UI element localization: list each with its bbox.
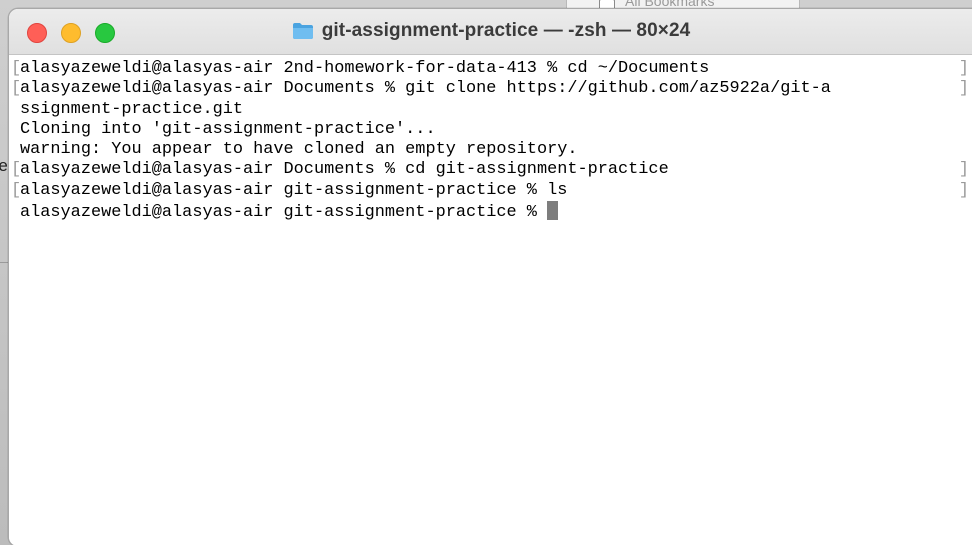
terminal-line: alasyazeweldi@alasyas-air git-assignment… <box>9 201 972 223</box>
folder-icon <box>292 22 314 40</box>
terminal-line: ssignment-practice.git <box>9 100 972 120</box>
desktop: All Bookmarks e git-assignment-practice … <box>0 0 972 545</box>
terminal-output[interactable]: [alasyazeweldi@alasyas-air 2nd-homework-… <box>9 55 972 545</box>
terminal-line-text: alasyazeweldi@alasyas-air git-assignment… <box>20 203 548 223</box>
line-mark-left: [ <box>11 59 22 78</box>
terminal-line-text: alasyazeweldi@alasyas-air Documents % cd… <box>20 160 669 180</box>
background-divider <box>0 262 8 263</box>
line-mark-left: [ <box>11 160 22 180</box>
line-mark-right: ] <box>958 79 969 99</box>
terminal-line-text: alasyazeweldi@alasyas-air git-assignment… <box>20 180 568 200</box>
window-title: git-assignment-practice — -zsh — 80×24 <box>321 20 691 41</box>
line-mark-right: ] <box>958 59 969 78</box>
terminal-line-text: Cloning into 'git-assignment-practice'..… <box>20 119 436 139</box>
terminal-window[interactable]: git-assignment-practice — -zsh — 80×24 [… <box>8 8 972 545</box>
terminal-line: Cloning into 'git-assignment-practice'..… <box>9 120 972 140</box>
title-bar[interactable]: git-assignment-practice — -zsh — 80×24 <box>9 9 972 55</box>
terminal-line: warning: You appear to have cloned an em… <box>9 140 972 160</box>
terminal-line: [alasyazeweldi@alasyas-air Documents % c… <box>9 160 972 180</box>
terminal-line: [alasyazeweldi@alasyas-air 2nd-homework-… <box>9 59 972 79</box>
terminal-line: [alasyazeweldi@alasyas-air Documents % g… <box>9 79 972 99</box>
line-mark-left: [ <box>11 180 22 200</box>
terminal-line-text: ssignment-practice.git <box>20 99 243 119</box>
terminal-line-text: alasyazeweldi@alasyas-air Documents % gi… <box>20 79 831 99</box>
terminal-line-text: warning: You appear to have cloned an em… <box>20 140 578 160</box>
text-cursor <box>547 201 559 221</box>
line-mark-right: ] <box>958 160 969 180</box>
background-text-fragment: e <box>0 158 9 177</box>
terminal-line: [alasyazeweldi@alasyas-air git-assignmen… <box>9 181 972 201</box>
line-mark-left: [ <box>11 79 22 99</box>
line-mark-right: ] <box>958 180 969 200</box>
window-title-area: git-assignment-practice — -zsh — 80×24 <box>9 20 972 44</box>
terminal-line-text: alasyazeweldi@alasyas-air 2nd-homework-f… <box>20 59 710 78</box>
